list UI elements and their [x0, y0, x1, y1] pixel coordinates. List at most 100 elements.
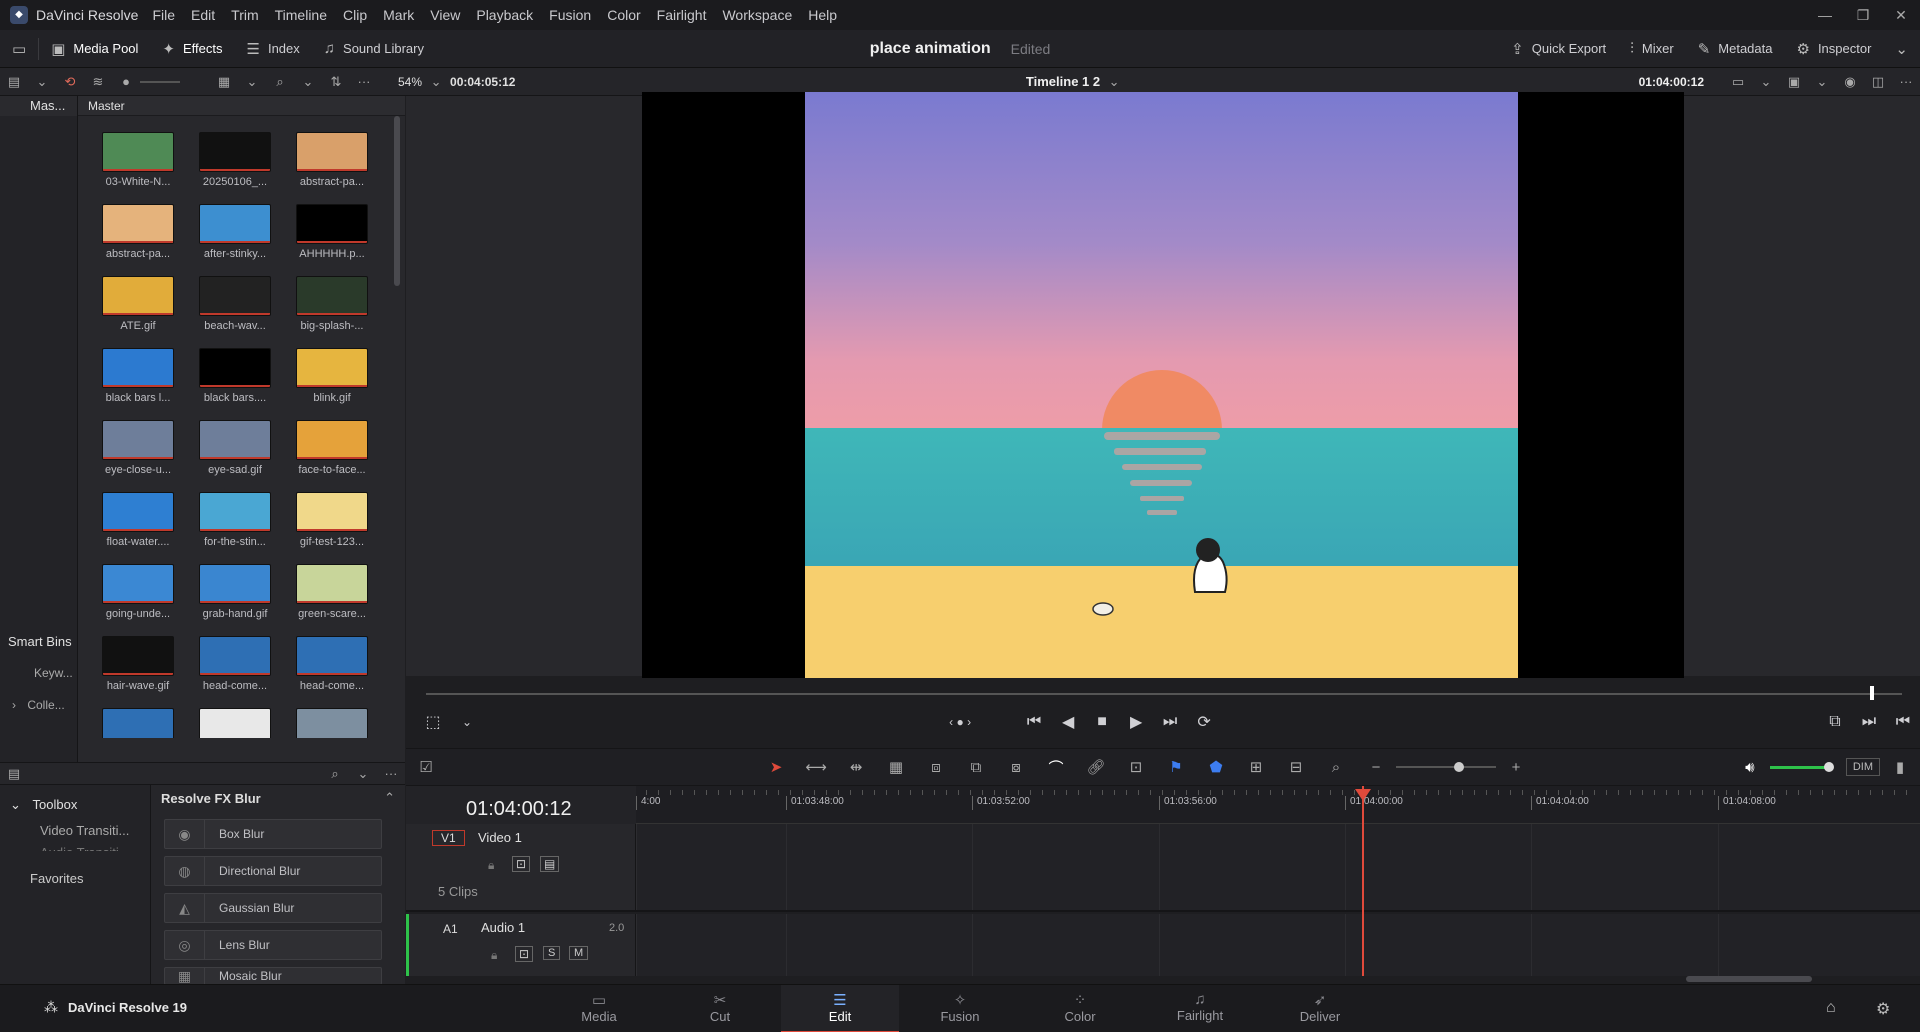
viewer[interactable] — [642, 92, 1684, 678]
track-id[interactable]: V1 — [432, 830, 465, 846]
menu-trim[interactable]: Trim — [231, 7, 258, 23]
page-tab-media[interactable]: ▭ Media — [540, 985, 658, 1032]
color-viewer-icon[interactable]: ◉ — [1836, 74, 1864, 90]
zoom-full-icon[interactable]: ⊞ — [1236, 758, 1276, 776]
lock-icon[interactable]: ⊡ — [1116, 758, 1156, 776]
page-tab-fairlight[interactable]: ♫ Fairlight — [1141, 985, 1259, 1032]
favorites-category[interactable]: Favorites — [30, 871, 83, 886]
inspector-button[interactable]: ⚙ Inspector — [1784, 30, 1883, 68]
fx-directional-blur[interactable]: ◍ Directional Blur — [164, 856, 382, 886]
home-icon[interactable]: ⌂ — [1826, 999, 1836, 1017]
clip-item[interactable]: going-unde... — [102, 564, 174, 620]
sound-library-button[interactable]: ♫ Sound Library — [312, 30, 436, 68]
clip-item[interactable]: face-to-face... — [296, 420, 368, 476]
viewer-options-icon[interactable]: ▭ — [1724, 74, 1752, 90]
zoom-detail-icon[interactable]: ⊟ — [1276, 758, 1316, 776]
timeline-options-icon[interactable]: ☑ — [406, 758, 446, 776]
fx-gaussian-blur[interactable]: ◭ Gaussian Blur — [164, 893, 382, 923]
volume-handle[interactable] — [1823, 761, 1834, 772]
panel-toggle-icon[interactable]: ▤ — [0, 74, 28, 90]
video-lane[interactable] — [636, 824, 1920, 910]
link-icon[interactable]: 🔗︎ — [1076, 758, 1116, 776]
chevron-down-icon[interactable]: ⌄ — [1100, 74, 1128, 90]
chevron-down-icon[interactable]: ⌄ — [28, 74, 56, 90]
fx-lens-blur[interactable]: ◎ Lens Blur — [164, 930, 382, 960]
clip-item[interactable]: after-stinky... — [199, 204, 271, 260]
play-reverse-icon[interactable]: ◀ — [1051, 712, 1085, 732]
marker-icon[interactable]: ⬟ — [1196, 758, 1236, 776]
match-frame-icon[interactable]: ⧉ — [1818, 713, 1852, 731]
video-transitions-item[interactable]: Video Transiti... — [40, 823, 129, 838]
chevron-down-icon[interactable]: ⌄ — [238, 74, 266, 90]
zoom-custom-icon[interactable]: ⌕ — [1316, 759, 1356, 776]
clip-item[interactable]: head-come... — [296, 636, 368, 692]
fx-box-blur[interactable]: ◉ Box Blur — [164, 819, 382, 849]
dual-viewer-icon[interactable]: ◫ — [1864, 74, 1892, 90]
menu-fairlight[interactable]: Fairlight — [657, 7, 707, 23]
toolbar-expand-button[interactable]: ⌄ — [1883, 30, 1920, 68]
next-edit-icon[interactable]: ⏭ — [1852, 713, 1886, 731]
fx-group-header[interactable]: Resolve FX Blur ⌃ — [151, 785, 405, 811]
playhead[interactable] — [1362, 786, 1364, 976]
fx-mosaic-blur[interactable]: ▦ Mosaic Blur — [164, 967, 382, 985]
volume-slider[interactable] — [1769, 761, 1834, 772]
replace-clip-icon[interactable]: ⧇ — [996, 759, 1036, 776]
close-icon[interactable]: ✕ — [1882, 7, 1920, 24]
panel-toggle-icon[interactable]: ▤ — [0, 766, 28, 782]
menu-file[interactable]: File — [152, 7, 175, 23]
maximize-icon[interactable]: ❐ — [1844, 7, 1882, 24]
snapping-icon[interactable]: ⌒ — [1036, 757, 1076, 778]
more-options-icon[interactable]: ··· — [350, 74, 378, 89]
pool-scrollbar[interactable] — [394, 116, 400, 286]
chevron-down-icon[interactable]: ⌄ — [1752, 74, 1780, 90]
sort-icon[interactable]: ⇅ — [322, 74, 350, 90]
insert-clip-icon[interactable]: ⧈ — [916, 759, 956, 776]
thumb-size-slider[interactable]: ● — [112, 74, 140, 89]
auto-select-icon[interactable]: ⊡ — [512, 856, 531, 872]
media-pool-button[interactable]: ▣ Media Pool — [39, 30, 150, 68]
timeline-name[interactable]: Timeline 1 2 — [1026, 74, 1100, 89]
crop-tool-icon[interactable]: ⬚ — [416, 712, 450, 732]
track-id[interactable]: A1 — [443, 922, 458, 936]
clip-item[interactable]: eye-close-u... — [102, 420, 174, 476]
clip-item[interactable]: 20250106_... — [199, 132, 271, 188]
zoom-out-icon[interactable]: − — [1356, 759, 1396, 776]
track-name[interactable]: Audio 1 — [481, 920, 525, 935]
clip-item[interactable]: beach-wav... — [199, 276, 271, 332]
menu-help[interactable]: Help — [808, 7, 837, 23]
zoom-in-icon[interactable]: + — [1496, 759, 1536, 776]
menu-fusion[interactable]: Fusion — [549, 7, 591, 23]
clip-item[interactable]: black bars l... — [102, 348, 174, 404]
grid-view-icon[interactable]: ▦ — [210, 74, 238, 90]
menu-timeline[interactable]: Timeline — [275, 7, 327, 23]
mute-button[interactable]: M — [569, 946, 589, 960]
more-options-icon[interactable]: ··· — [377, 766, 405, 781]
selection-tool-icon[interactable]: ➤ — [756, 758, 796, 776]
clip-item[interactable] — [102, 708, 174, 738]
chevron-down-icon[interactable]: ⌄ — [349, 766, 377, 782]
timeline-scrollbar[interactable] — [1686, 976, 1812, 982]
search-icon[interactable]: ⌕ — [321, 766, 349, 782]
mixer-button[interactable]: ⫶ Mixer — [1618, 30, 1686, 68]
minimize-icon[interactable]: — — [1806, 7, 1844, 23]
menu-color[interactable]: Color — [607, 7, 640, 23]
stop-icon[interactable]: ■ — [1085, 713, 1119, 731]
page-tab-color[interactable]: ⁘ Color — [1021, 985, 1139, 1032]
page-tab-fusion[interactable]: ✧ Fusion — [901, 985, 1019, 1032]
blade-tool-icon[interactable]: ▦ — [876, 758, 916, 776]
zoom-slider-handle[interactable] — [1454, 762, 1464, 772]
collections-bin[interactable]: › Colle... — [12, 698, 65, 712]
clip-item[interactable]: abstract-pa... — [296, 132, 368, 188]
menu-workspace[interactable]: Workspace — [722, 7, 792, 23]
workspace-toggle-button[interactable]: ▭ — [0, 30, 38, 68]
chevron-down-icon[interactable]: ⌄ — [422, 74, 450, 90]
timeline-ruler[interactable]: 4:00 01:03:48:00 01:03:52:00 01:03:56:00 01:… — [636, 786, 1920, 824]
toolbox-category[interactable]: ⌄ Toolbox — [10, 797, 77, 813]
zoom-slider[interactable] — [1396, 762, 1496, 772]
playhead-handle[interactable] — [1355, 789, 1371, 801]
volume-icon[interactable]: 🔊︎ — [1730, 759, 1770, 776]
solo-button[interactable]: S — [543, 946, 561, 960]
safe-area-icon[interactable]: ▣ — [1780, 74, 1808, 90]
clip-item[interactable]: eye-sad.gif — [199, 420, 271, 476]
more-options-icon[interactable]: ··· — [1892, 74, 1920, 89]
